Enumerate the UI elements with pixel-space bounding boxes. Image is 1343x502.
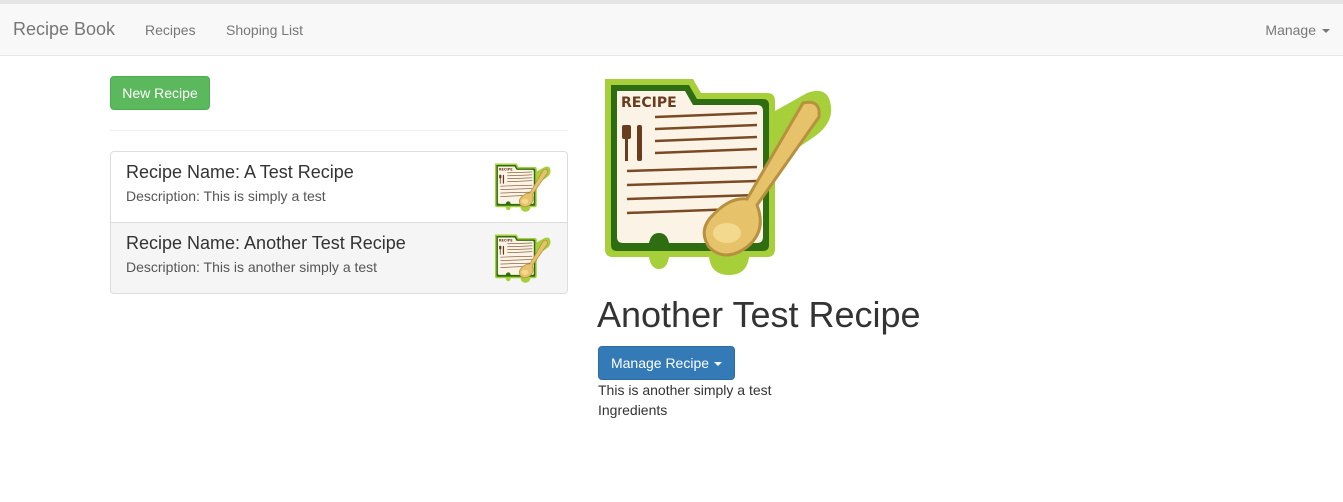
ingredients-heading: Ingredients — [598, 402, 668, 418]
recipe-list-item[interactable]: Recipe Name: A Test Recipe Description: … — [110, 151, 568, 223]
recipe-image — [597, 73, 833, 276]
recipe-description: This is another simply a test — [598, 382, 772, 398]
new-recipe-button[interactable]: New Recipe — [110, 76, 210, 110]
caret-down-icon — [1322, 29, 1330, 33]
recipe-item-description: Description: This is simply a test — [126, 188, 326, 204]
recipe-item-name: Recipe Name: Another Test Recipe — [126, 233, 406, 253]
recipe-card-icon — [493, 233, 551, 283]
manage-dropdown-label: Manage — [1265, 22, 1316, 38]
recipe-card-icon — [493, 162, 551, 212]
divider — [110, 130, 568, 131]
nav-recipes-link[interactable]: Recipes — [145, 22, 196, 38]
manage-recipe-label: Manage Recipe — [610, 355, 710, 371]
recipe-list: Recipe Name: A Test Recipe Description: … — [110, 151, 568, 294]
brand-link[interactable]: Recipe Book — [13, 19, 115, 40]
recipe-list-item[interactable]: Recipe Name: Another Test Recipe Descrip… — [110, 222, 568, 294]
navbar: Recipe Book Recipes Shoping List Manage — [0, 4, 1343, 56]
caret-down-icon — [714, 362, 723, 366]
manage-dropdown[interactable]: Manage — [1265, 22, 1330, 38]
recipe-item-name: Recipe Name: A Test Recipe — [126, 162, 354, 182]
nav-shopping-list-link[interactable]: Shoping List — [226, 22, 303, 38]
recipe-item-description: Description: This is another simply a te… — [126, 259, 378, 275]
manage-recipe-button[interactable]: Manage Recipe — [598, 346, 735, 380]
recipe-title: Another Test Recipe — [597, 294, 921, 335]
